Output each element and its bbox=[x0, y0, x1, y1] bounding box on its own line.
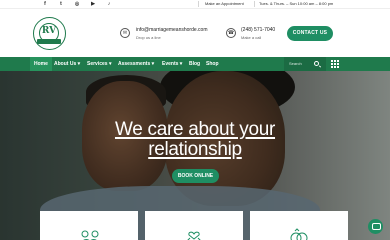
social-links: f t ◎ ▶ ♪ bbox=[40, 0, 114, 8]
service-card[interactable] bbox=[250, 211, 348, 240]
facebook-icon[interactable]: f bbox=[40, 0, 50, 8]
main-nav: Home About Us ▾ Services ▾ Assessments ▾… bbox=[0, 57, 390, 71]
phone-caption: Make a call bbox=[241, 35, 262, 40]
nav-item-about-us[interactable]: About Us ▾ bbox=[54, 57, 80, 71]
site-header: RV ✉ info@marriagemeanshorde.com Drop us… bbox=[0, 8, 390, 57]
phone-link[interactable]: (248) 571-7040 bbox=[241, 27, 275, 33]
nav-item-shop[interactable]: Shop bbox=[206, 57, 219, 71]
service-card[interactable] bbox=[40, 211, 138, 240]
search-placeholder: Search bbox=[289, 61, 302, 66]
divider bbox=[198, 1, 199, 7]
nav-item-blog[interactable]: Blog bbox=[189, 57, 200, 71]
couple-icon bbox=[81, 230, 99, 240]
nav-item-events[interactable]: Events ▾ bbox=[162, 57, 182, 71]
hero-title: We care about your relationship bbox=[0, 120, 390, 160]
rings-icon bbox=[290, 228, 308, 240]
youtube-icon[interactable]: ▶ bbox=[88, 0, 98, 8]
divider bbox=[254, 1, 255, 7]
site-logo[interactable]: RV bbox=[33, 17, 66, 50]
hands-heart-icon bbox=[187, 231, 201, 240]
appointment-text: Make an Appointment bbox=[205, 1, 244, 6]
hours-text: Tues. & Thurs. – Sun 10:00 am – 8:00 pm bbox=[259, 1, 334, 6]
search-icon[interactable] bbox=[314, 61, 319, 66]
instagram-icon[interactable]: ◎ bbox=[72, 0, 82, 8]
contact-us-button[interactable]: CONTACT US bbox=[287, 26, 333, 41]
grid-menu-icon[interactable] bbox=[330, 59, 340, 69]
top-bar: f t ◎ ▶ ♪ Make an Appointment Tues. & Th… bbox=[0, 0, 390, 8]
service-card[interactable] bbox=[145, 211, 243, 240]
phone-icon: ☎ bbox=[226, 28, 236, 38]
nav-item-home[interactable]: Home bbox=[30, 57, 52, 71]
nav-item-services[interactable]: Services ▾ bbox=[87, 57, 111, 71]
search-input[interactable]: Search bbox=[284, 57, 326, 71]
email-caption: Drop us a line bbox=[136, 35, 161, 40]
twitter-icon[interactable]: t bbox=[56, 0, 66, 8]
logo-monogram: RV bbox=[41, 26, 57, 36]
hero-title-line-1: We care about your bbox=[114, 119, 276, 140]
book-online-button[interactable]: BOOK ONLINE bbox=[172, 169, 219, 183]
email-icon: ✉ bbox=[120, 28, 130, 38]
email-link[interactable]: info@marriagemeanshorde.com bbox=[136, 27, 208, 33]
tiktok-icon[interactable]: ♪ bbox=[104, 0, 114, 8]
nav-item-assessments[interactable]: Assessments ▾ bbox=[118, 57, 154, 71]
hero-banner: We care about your relationship BOOK ONL… bbox=[0, 71, 390, 240]
hero-title-line-2: relationship bbox=[148, 139, 242, 160]
chat-widget-button[interactable] bbox=[368, 219, 383, 234]
logo-ribbon bbox=[37, 39, 61, 44]
